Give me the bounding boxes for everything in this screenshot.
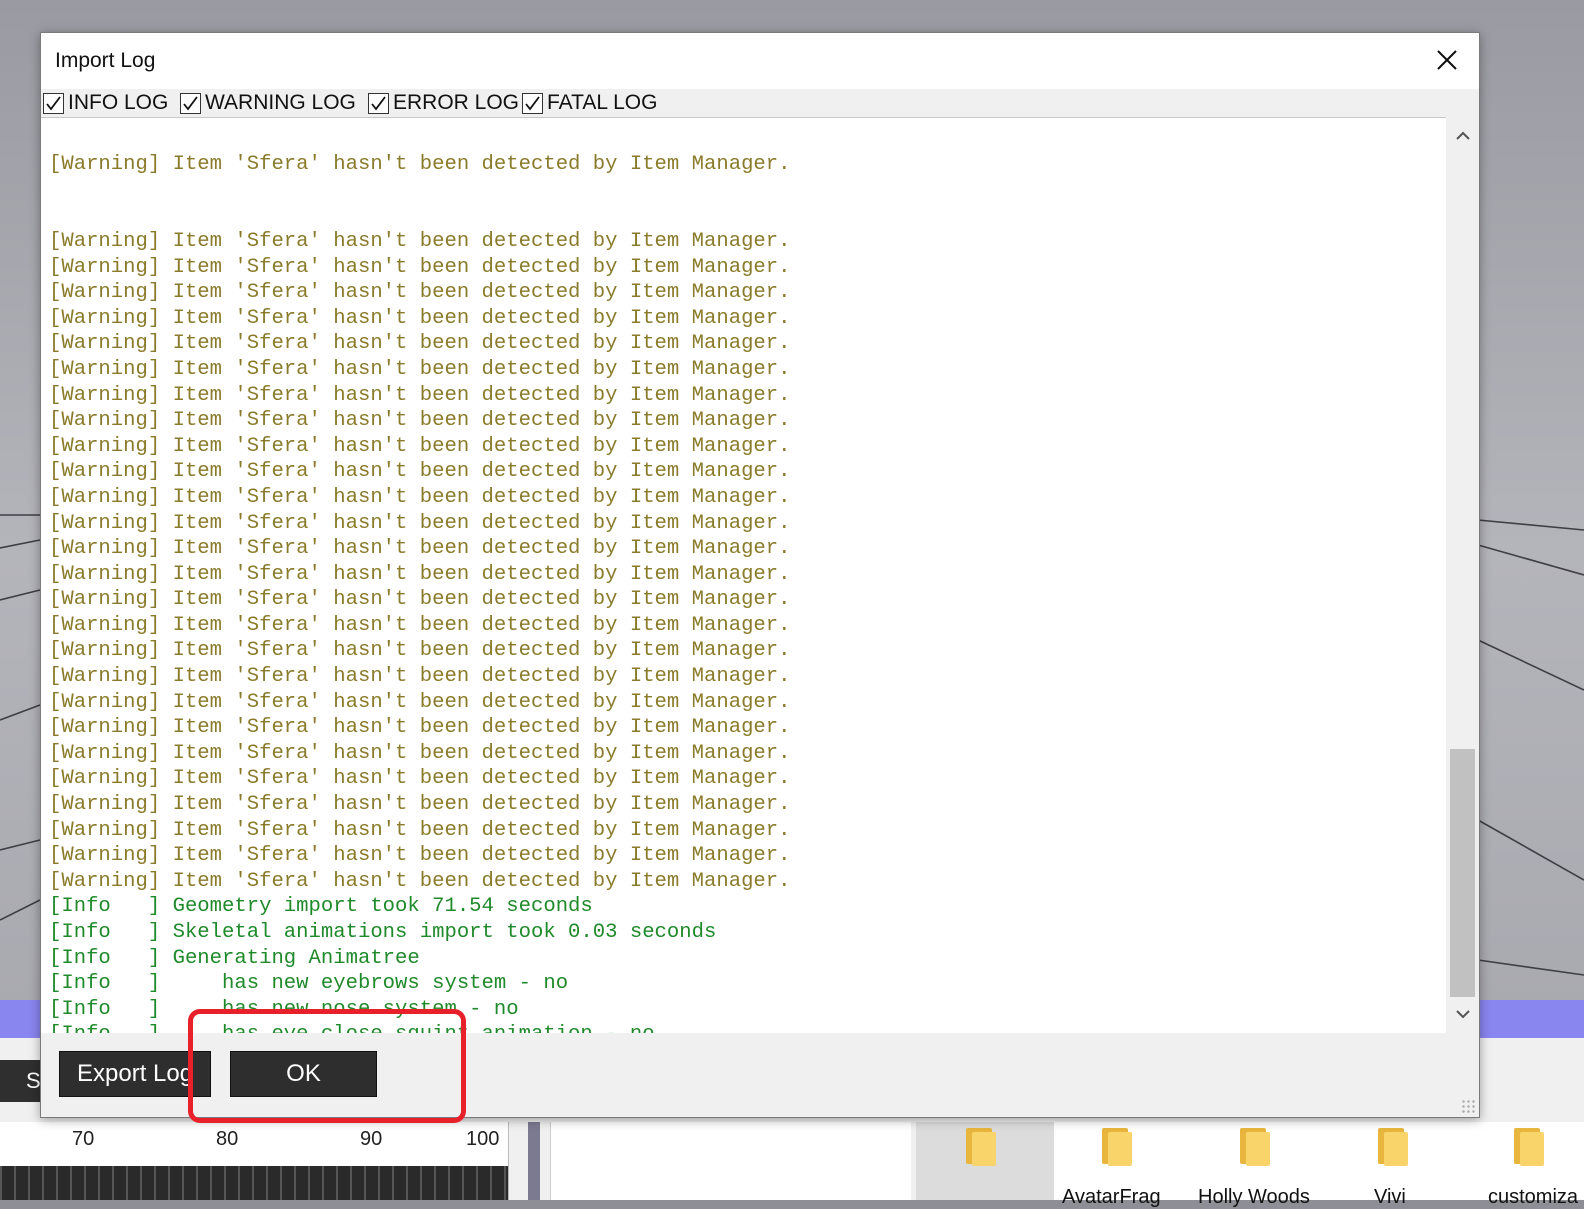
log-line: [Warning] Item 'Sfera' hasn't been detec… — [49, 306, 791, 330]
timeline-frames[interactable] — [0, 1166, 508, 1200]
folder-icon[interactable] — [1102, 1128, 1132, 1166]
folder-icon[interactable] — [1378, 1128, 1408, 1166]
log-line: [Info ] has new eyebrows system - no — [49, 972, 569, 996]
chevron-up-icon — [1456, 131, 1470, 140]
filter-label: INFO LOG — [68, 91, 169, 114]
log-filter-bar: INFO LOG WARNING LOG ERROR LOG FATAL LOG — [41, 89, 1479, 117]
log-line: [Warning] Item 'Sfera' hasn't been detec… — [49, 511, 791, 535]
log-line: [Warning] Item 'Sfera' hasn't been detec… — [49, 639, 791, 663]
filter-error-log[interactable]: ERROR LOG — [368, 89, 519, 117]
checkbox-checked-icon[interactable] — [180, 92, 201, 114]
log-line: [Warning] Item 'Sfera' hasn't been detec… — [49, 793, 791, 817]
log-line: [Warning] Item 'Sfera' hasn't been detec… — [49, 767, 791, 791]
log-line: [Warning] Item 'Sfera' hasn't been detec… — [49, 818, 791, 842]
panel-splitter[interactable] — [528, 1122, 540, 1200]
log-line: [Warning] Item 'Sfera' hasn't been detec… — [49, 357, 791, 381]
scroll-down-button[interactable] — [1446, 999, 1479, 1029]
chevron-down-icon — [1456, 1010, 1470, 1019]
log-scrollbar[interactable] — [1446, 117, 1479, 1033]
checkbox-checked-icon[interactable] — [368, 92, 389, 114]
dialog-title: Import Log — [55, 49, 156, 72]
log-line: [Warning] Item 'Sfera' hasn't been detec… — [49, 716, 791, 740]
dialog-footer: Export Log OK — [41, 1033, 1479, 1117]
timeline-tick: 90 — [360, 1128, 383, 1150]
log-line: [Warning] Item 'Sfera' hasn't been detec… — [49, 562, 791, 586]
log-line: [Warning] Item 'Sfera' hasn't been detec… — [49, 281, 791, 305]
log-line: [Warning] Item 'Sfera' hasn't been detec… — [49, 741, 791, 765]
log-line: [Warning] Item 'Sfera' hasn't been detec… — [49, 460, 791, 484]
folder-label[interactable]: AvatarFrag — [1062, 1186, 1161, 1209]
dialog-titlebar[interactable]: Import Log — [41, 33, 1479, 89]
log-line: [Warning] Item 'Sfera' hasn't been detec… — [49, 255, 791, 279]
timeline-ruler[interactable]: 70 80 90 100 — [0, 1122, 509, 1200]
log-line: [Warning] Item 'Sfera' hasn't been detec… — [49, 383, 791, 407]
resize-grip-icon[interactable] — [1461, 1099, 1475, 1113]
log-line: [Warning] Item 'Sfera' hasn't been detec… — [49, 229, 791, 253]
filter-warning-log[interactable]: WARNING LOG — [180, 89, 356, 117]
timeline-tick: 80 — [216, 1128, 239, 1150]
scrollbar-thumb[interactable] — [1450, 749, 1475, 997]
import-log-dialog: Import Log INFO LOG WARNING LOG ERROR LO… — [40, 32, 1480, 1123]
folder-label[interactable]: Vivi — [1374, 1186, 1406, 1209]
checkbox-checked-icon[interactable] — [522, 92, 543, 114]
log-line: [Info ] Skeletal animations import took … — [49, 921, 717, 944]
timeline-tick: 70 — [72, 1128, 95, 1150]
log-line: [Warning] Item 'Sfera' hasn't been detec… — [49, 869, 791, 893]
filter-info-log[interactable]: INFO LOG — [43, 89, 168, 117]
close-icon — [1437, 50, 1457, 70]
log-line-partial: [Warning] Item 'Sfera' hasn't been detec… — [49, 153, 791, 177]
log-line: [Info ] Generating Animatree — [49, 946, 420, 970]
close-button[interactable] — [1427, 41, 1467, 81]
log-line: [Warning] Item 'Sfera' hasn't been detec… — [49, 332, 791, 356]
folder-label[interactable]: customiza — [1488, 1186, 1578, 1209]
middle-panel — [550, 1122, 911, 1200]
folder-icon[interactable] — [1240, 1128, 1270, 1166]
export-log-button[interactable]: Export Log — [59, 1051, 211, 1097]
log-line: [Warning] Item 'Sfera' hasn't been detec… — [49, 537, 791, 561]
timeline-tick: 100 — [466, 1128, 500, 1150]
log-text-area[interactable]: [Warning] Item 'Sfera' hasn't been detec… — [41, 117, 1479, 1035]
folder-icon[interactable] — [966, 1128, 996, 1166]
log-line: [Warning] Item 'Sfera' hasn't been detec… — [49, 844, 791, 868]
filter-fatal-log[interactable]: FATAL LOG — [522, 89, 657, 117]
filter-label: ERROR LOG — [393, 91, 520, 114]
ok-button[interactable]: OK — [230, 1051, 377, 1097]
log-line: [Warning] Item 'Sfera' hasn't been detec… — [49, 485, 791, 509]
log-lines: [Warning] Item 'Sfera' hasn't been detec… — [49, 118, 791, 1034]
log-line: [Info ] Geometry import took 71.54 secon… — [49, 895, 593, 919]
log-line: [Warning] Item 'Sfera' hasn't been detec… — [49, 434, 791, 458]
folder-icon[interactable] — [1514, 1128, 1544, 1166]
log-line: [Warning] Item 'Sfera' hasn't been detec… — [49, 588, 791, 612]
log-line: [Warning] Item 'Sfera' hasn't been detec… — [49, 409, 791, 433]
filter-label: FATAL LOG — [547, 91, 658, 114]
log-line: [Warning] Item 'Sfera' hasn't been detec… — [49, 613, 791, 637]
log-line: [Info ] has new nose system - no — [49, 997, 519, 1021]
log-line: [Warning] Item 'Sfera' hasn't been detec… — [49, 690, 791, 714]
filter-label: WARNING LOG — [205, 91, 356, 114]
folder-label[interactable]: Holly Woods — [1198, 1186, 1310, 1209]
scroll-up-button[interactable] — [1446, 121, 1479, 151]
checkbox-checked-icon[interactable] — [43, 92, 64, 114]
log-line: [Warning] Item 'Sfera' hasn't been detec… — [49, 665, 791, 689]
